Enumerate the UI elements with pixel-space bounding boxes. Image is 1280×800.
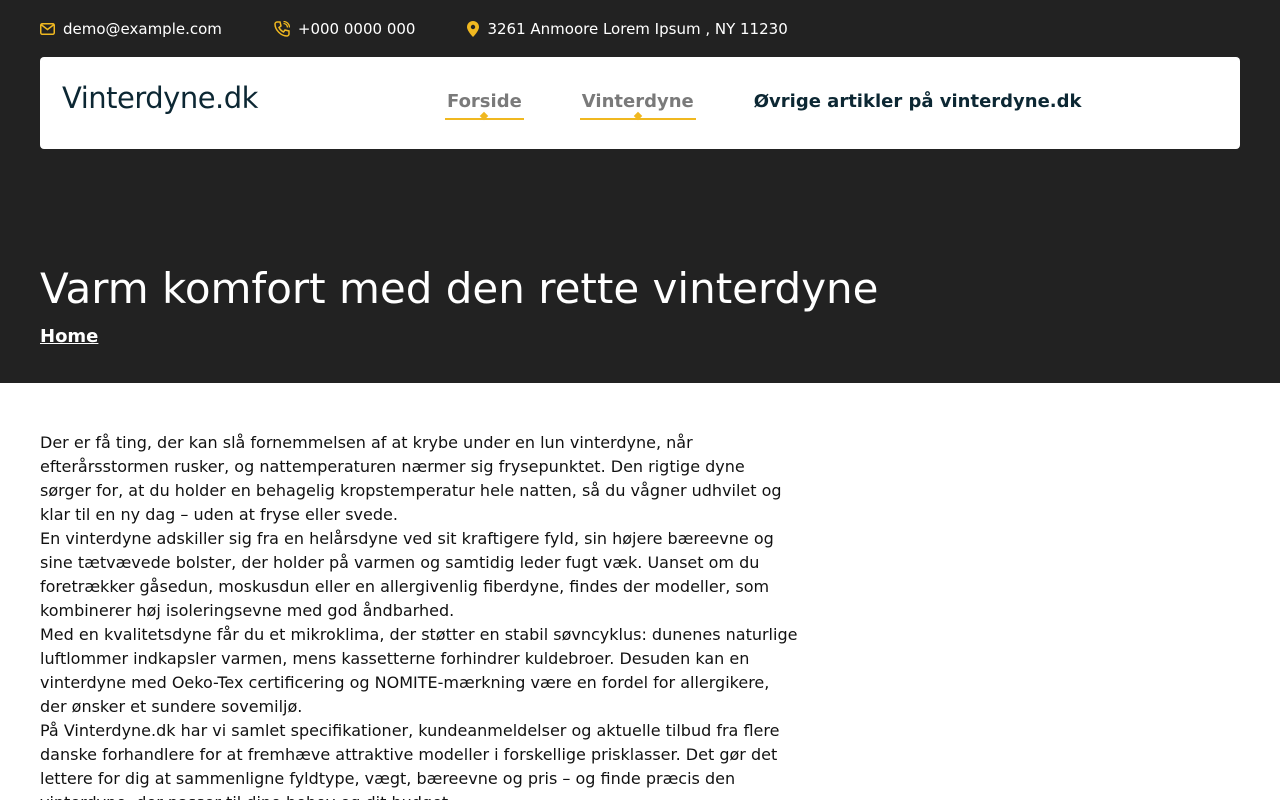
contact-address: 3261 Anmoore Lorem Ipsum , NY 11230 (467, 19, 788, 38)
site-logo[interactable]: Vinterdyne.dk (62, 81, 258, 115)
nav-item-other-articles[interactable]: Øvrige artikler på vinterdyne.dk (752, 91, 1084, 120)
location-pin-icon (467, 20, 480, 37)
nav-item-vinterdyne[interactable]: Vinterdyne (579, 91, 696, 120)
hero-section: demo@example.com +000 0000 000 3261 Anmo… (0, 0, 1280, 383)
mail-icon (40, 22, 55, 35)
phone-text: +000 0000 000 (297, 19, 416, 38)
main-nav: Forside Vinterdyne Øvrige artikler på vi… (445, 91, 1084, 120)
breadcrumb-home[interactable]: Home (40, 326, 98, 347)
article-paragraph: En vinterdyne adskiller sig fra en helår… (40, 529, 774, 620)
main-navbar: Vinterdyne.dk Forside Vinterdyne Øvrige … (40, 57, 1240, 149)
address-text: 3261 Anmoore Lorem Ipsum , NY 11230 (487, 19, 788, 38)
nav-item-forside[interactable]: Forside (445, 91, 524, 120)
article-content: Der er få ting, der kan slå fornemmelsen… (0, 383, 840, 800)
article-paragraph: Der er få ting, der kan slå fornemmelsen… (40, 433, 782, 524)
article-paragraph: På Vinterdyne.dk har vi samlet specifika… (40, 721, 780, 800)
contact-phone[interactable]: +000 0000 000 (274, 19, 416, 38)
page-title: Varm komfort med den rette vinterdyne (40, 264, 879, 313)
article-paragraph: Med en kvalitetsdyne får du et mikroklim… (40, 625, 798, 716)
top-contact-bar: demo@example.com +000 0000 000 3261 Anmo… (0, 0, 1280, 57)
contact-email[interactable]: demo@example.com (40, 20, 222, 38)
phone-icon (274, 20, 290, 37)
email-text: demo@example.com (63, 19, 222, 38)
